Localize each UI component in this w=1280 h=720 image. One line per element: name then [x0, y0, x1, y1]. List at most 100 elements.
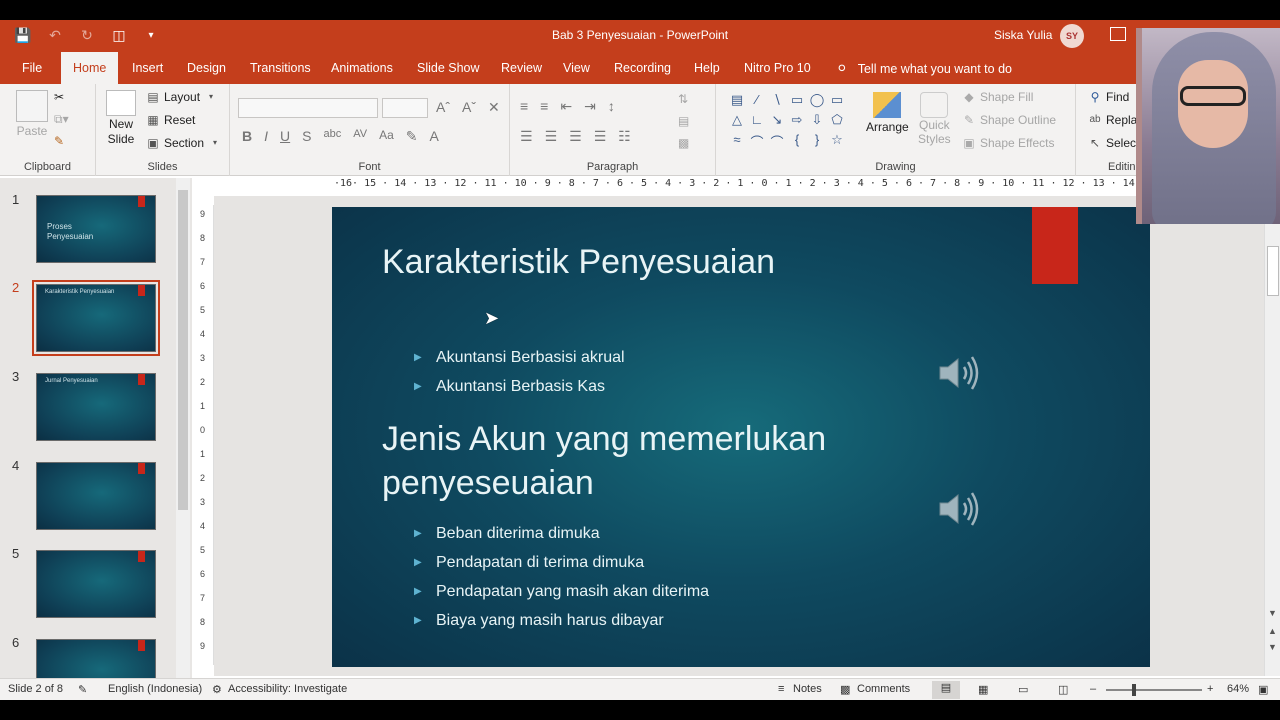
reading-view-icon[interactable]: ▭ — [1018, 683, 1028, 696]
select-button[interactable]: ↖ Select — [1088, 136, 1139, 150]
bullet-list-1[interactable]: Akuntansi Berbasisi akrual Akuntansi Ber… — [414, 343, 625, 401]
columns-icon[interactable]: ☷ — [618, 128, 631, 145]
curve-shape-icon[interactable]: ⌒ — [748, 132, 766, 152]
line-spacing-icon[interactable]: ↕ — [608, 98, 615, 115]
zoom-level[interactable]: 64% — [1227, 683, 1249, 695]
copy-icon[interactable]: ⧉▾ — [54, 112, 69, 127]
accessibility-status[interactable]: Accessibility: Investigate — [228, 683, 347, 695]
accessibility-icon[interactable]: ⚙ — [212, 683, 222, 696]
right-brace-icon[interactable]: } — [808, 132, 826, 152]
slide-title-1[interactable]: Karakteristik Penyesuaian — [382, 243, 775, 282]
arrow-connector-icon[interactable]: ↘ — [768, 112, 786, 132]
slide-thumbnail-3[interactable]: Jurnal Penyesuaian — [36, 373, 156, 441]
decrease-indent-icon[interactable]: ⇤ — [560, 98, 572, 115]
thumbnails-scroll-thumb[interactable] — [178, 190, 188, 510]
tell-me-search[interactable]: ⚪ Tell me what you want to do — [836, 52, 1012, 84]
tab-review[interactable]: Review — [499, 52, 544, 84]
tab-slide-show[interactable]: Slide Show — [415, 52, 482, 84]
new-slide-button[interactable]: New Slide — [106, 90, 136, 146]
tab-insert[interactable]: Insert — [130, 52, 165, 84]
audio-speaker-icon[interactable] — [938, 489, 982, 529]
tab-file[interactable]: File — [20, 52, 44, 84]
comments-button[interactable]: Comments — [857, 683, 910, 695]
bullets-icon[interactable]: ≡ — [520, 98, 528, 115]
bold-icon[interactable]: B — [242, 128, 252, 145]
text-direction-icon[interactable]: ⇅ — [678, 92, 688, 106]
quick-styles-button[interactable]: Quick Styles — [918, 92, 951, 146]
font-size-dropdown[interactable] — [382, 98, 428, 118]
rounded-rect-shape-icon[interactable]: ▭ — [828, 92, 846, 112]
tab-view[interactable]: View — [561, 52, 592, 84]
character-spacing-icon[interactable]: AV — [353, 128, 367, 145]
previous-slide-icon[interactable]: ▲ — [1268, 626, 1277, 636]
slide-thumbnail-5[interactable] — [36, 550, 156, 618]
justify-icon[interactable]: ☰ — [594, 128, 607, 145]
numbering-icon[interactable]: ≡ — [540, 98, 548, 115]
slide-sorter-icon[interactable]: ▦ — [978, 683, 988, 696]
language-indicator[interactable]: English (Indonesia) — [108, 683, 202, 695]
right-arrow-shape-icon[interactable]: ⇨ — [788, 112, 806, 132]
align-center-icon[interactable]: ☰ — [545, 128, 558, 145]
avatar[interactable]: SY — [1060, 24, 1084, 48]
user-name[interactable]: Siska Yulia — [994, 28, 1052, 42]
slide-scrollbar[interactable]: ▼ ▲ ▼ — [1264, 196, 1280, 676]
italic-icon[interactable]: I — [264, 128, 268, 145]
scroll-down-icon[interactable]: ▼ — [1268, 608, 1277, 618]
font-name-dropdown[interactable] — [238, 98, 378, 118]
zoom-slider-thumb[interactable] — [1132, 684, 1136, 696]
layout-button[interactable]: ▤ Layout ▾ — [146, 90, 218, 104]
slide-thumbnail-6[interactable] — [36, 639, 156, 678]
tab-nitro-pro[interactable]: Nitro Pro 10 — [742, 52, 813, 84]
normal-view-icon[interactable]: ▤ — [932, 681, 960, 699]
find-button[interactable]: ⚲ Find — [1088, 90, 1130, 104]
arc-shape-icon[interactable]: ⌒ — [768, 132, 786, 152]
triangle-shape-icon[interactable]: △ — [728, 112, 746, 132]
slide-title-2[interactable]: Jenis Akun yang memerlukan penyeseuaian — [382, 417, 942, 505]
notes-button[interactable]: Notes — [793, 683, 822, 695]
change-case-icon[interactable]: Aa — [379, 128, 394, 145]
section-button[interactable]: ▣ Section ▾ — [146, 136, 222, 150]
smartart-icon[interactable]: ▩ — [678, 136, 689, 150]
align-left-icon[interactable]: ☰ — [520, 128, 533, 145]
tab-home[interactable]: Home — [61, 52, 119, 86]
oval-shape-icon[interactable]: ◯ — [808, 92, 826, 112]
slide-scroll-thumb[interactable] — [1267, 246, 1279, 296]
slide-thumbnail-1[interactable]: Proses Penyesuaian — [36, 195, 156, 263]
elbow-connector-icon[interactable]: ∟ — [748, 112, 766, 132]
freeform-shape-icon[interactable]: ≈ — [728, 132, 746, 152]
comments-icon[interactable]: ▩ — [840, 683, 850, 696]
align-right-icon[interactable]: ☰ — [569, 128, 582, 145]
tab-design[interactable]: Design — [185, 52, 228, 84]
strikethrough-icon[interactable]: abc — [323, 128, 341, 145]
tab-help[interactable]: Help — [692, 52, 722, 84]
text-box-shape-icon[interactable]: ▤ — [728, 92, 746, 112]
underline-icon[interactable]: U — [280, 128, 290, 145]
shape-fill-button[interactable]: ◆ Shape Fill — [962, 90, 1033, 104]
zoom-out-icon[interactable]: – — [1090, 683, 1096, 695]
align-text-icon[interactable]: ▤ — [678, 114, 689, 128]
shape-outline-button[interactable]: ✎ Shape Outline — [962, 113, 1056, 127]
tab-recording[interactable]: Recording — [612, 52, 673, 84]
spelling-icon[interactable]: ✎ — [78, 683, 87, 696]
slide-show-icon[interactable]: ◫ — [1058, 683, 1068, 696]
audio-speaker-icon[interactable] — [938, 353, 982, 393]
font-color-icon[interactable]: A — [430, 128, 439, 145]
line-shape-icon[interactable]: ∖ — [768, 92, 786, 112]
fit-to-window-icon[interactable]: ▣ — [1258, 683, 1268, 696]
slide-thumbnail-2[interactable]: Karakteristik Penyesuaian — [32, 280, 160, 356]
arrange-button[interactable]: Arrange — [866, 92, 909, 134]
shadow-icon[interactable]: S — [302, 128, 311, 145]
increase-indent-icon[interactable]: ⇥ — [584, 98, 596, 115]
tab-animations[interactable]: Animations — [329, 52, 395, 84]
zoom-slider[interactable] — [1106, 689, 1202, 691]
tab-transitions[interactable]: Transitions — [248, 52, 313, 84]
paste-button[interactable]: Paste — [16, 90, 48, 138]
notes-icon[interactable]: ≡ — [778, 683, 784, 695]
line-shape-icon[interactable]: ∕ — [748, 92, 766, 112]
rectangle-shape-icon[interactable]: ▭ — [788, 92, 806, 112]
clear-formatting-icon[interactable]: ✕ — [488, 99, 500, 116]
ribbon-display-options-icon[interactable] — [1110, 27, 1126, 41]
decrease-font-icon[interactable]: Aˇ — [462, 99, 476, 116]
highlight-icon[interactable]: ✎ — [406, 128, 418, 145]
shape-effects-button[interactable]: ▣ Shape Effects — [962, 136, 1054, 150]
